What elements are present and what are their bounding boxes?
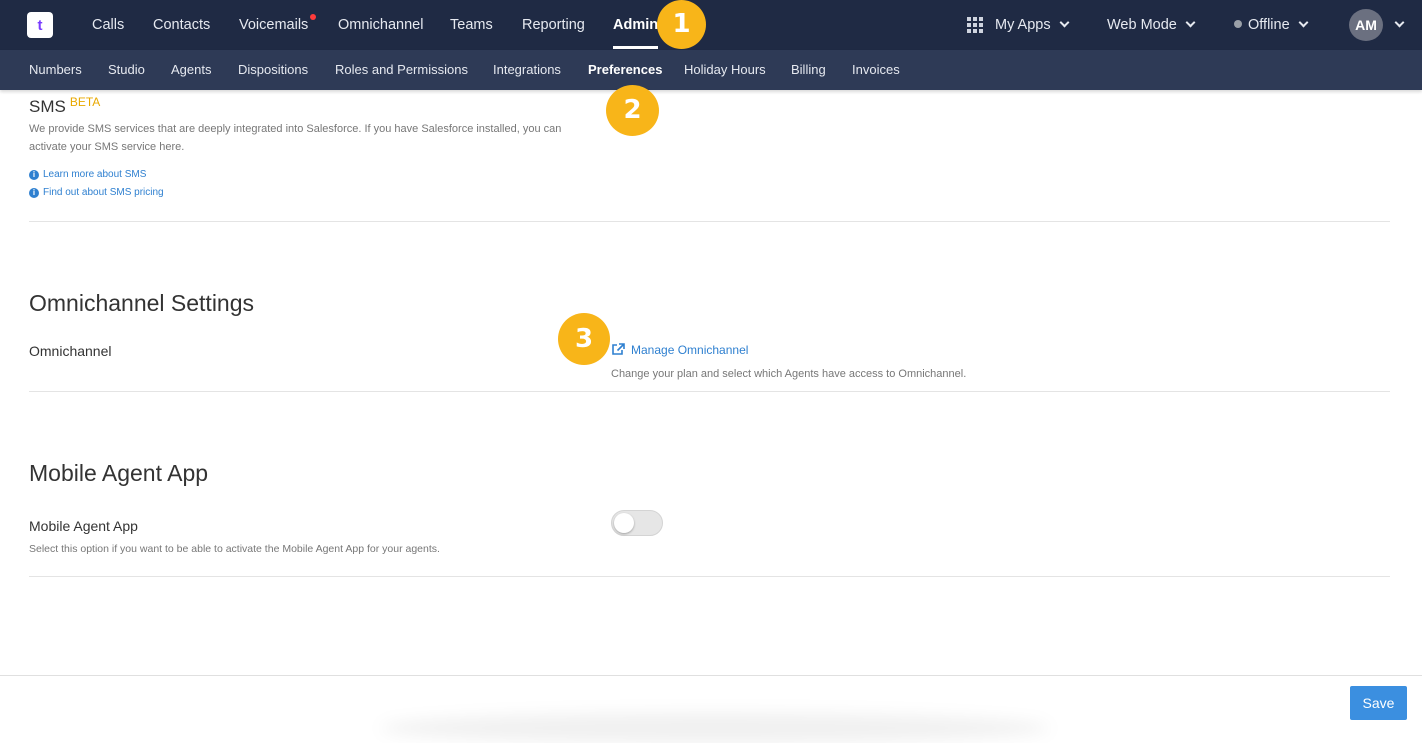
nav-calls[interactable]: Calls <box>92 0 124 50</box>
callout-badge-1: 1 <box>657 0 706 49</box>
divider <box>29 576 1390 577</box>
mobile-agent-app-description: Select this option if you want to be abl… <box>29 543 440 555</box>
web-mode-label: Web Mode <box>1107 17 1177 33</box>
avatar[interactable]: AM <box>1349 9 1383 41</box>
my-apps-label: My Apps <box>995 17 1051 33</box>
top-nav: t Calls Contacts Voicemails Omnichannel … <box>0 0 1422 50</box>
subnav-holiday-hours[interactable]: Holiday Hours <box>684 50 766 90</box>
subnav-numbers[interactable]: Numbers <box>29 50 82 90</box>
subnav-agents[interactable]: Agents <box>171 50 211 90</box>
nav-teams[interactable]: Teams <box>450 0 493 50</box>
footer-shadow <box>380 713 1050 743</box>
avatar-menu[interactable] <box>1386 0 1405 50</box>
subnav-roles-permissions[interactable]: Roles and Permissions <box>335 50 468 90</box>
sms-title-text: SMS <box>29 97 66 116</box>
divider <box>29 221 1390 222</box>
mobile-agent-app-title: Mobile Agent App <box>29 460 209 486</box>
toggle-knob <box>614 513 634 533</box>
info-icon: i <box>29 188 39 198</box>
nav-admin[interactable]: Admin <box>613 0 659 50</box>
manage-omnichannel-link[interactable]: Manage Omnichannel <box>611 343 748 357</box>
learn-sms-link[interactable]: i Learn more about SMS <box>29 169 146 180</box>
omnichannel-label: Omnichannel <box>29 343 112 359</box>
sms-pricing-label: Find out about SMS pricing <box>43 187 164 198</box>
subnav-dispositions[interactable]: Dispositions <box>238 50 308 90</box>
save-button[interactable]: Save <box>1350 686 1407 720</box>
manage-omnichannel-label: Manage Omnichannel <box>631 343 749 357</box>
chevron-down-icon <box>1059 17 1070 28</box>
chevron-down-icon <box>1394 17 1405 28</box>
app-logo[interactable]: t <box>27 12 53 38</box>
apps-grid-icon[interactable] <box>967 17 983 33</box>
status-dot-icon <box>1234 20 1242 28</box>
subnav-billing[interactable]: Billing <box>791 50 826 90</box>
admin-sub-nav: Numbers Studio Agents Dispositions Roles… <box>0 50 1422 90</box>
footer-divider <box>0 675 1422 676</box>
sms-title: SMS BETA <box>29 95 101 117</box>
divider <box>29 391 1390 392</box>
chevron-down-icon <box>1185 17 1196 28</box>
chevron-down-icon <box>1298 17 1309 28</box>
callout-badge-3: 3 <box>558 313 610 365</box>
omnichannel-settings-title: Omnichannel Settings <box>29 290 255 316</box>
web-mode-dropdown[interactable]: Web Mode <box>1107 0 1196 50</box>
nav-voicemails-label: Voicemails <box>239 17 309 33</box>
learn-sms-label: Learn more about SMS <box>43 169 147 180</box>
nav-omnichannel[interactable]: Omnichannel <box>338 0 423 50</box>
status-label: Offline <box>1248 17 1290 33</box>
mobile-agent-app-label: Mobile Agent App <box>29 518 138 534</box>
callout-badge-2: 2 <box>606 85 659 136</box>
info-icon: i <box>29 170 39 180</box>
subnav-invoices[interactable]: Invoices <box>852 50 900 90</box>
status-dropdown[interactable]: Offline <box>1234 0 1309 50</box>
subnav-preferences[interactable]: Preferences <box>588 50 662 90</box>
beta-badge: BETA <box>69 95 101 109</box>
external-link-icon <box>612 343 625 355</box>
notification-dot <box>310 14 317 20</box>
nav-reporting[interactable]: Reporting <box>522 0 585 50</box>
subnav-integrations[interactable]: Integrations <box>493 50 561 90</box>
my-apps-dropdown[interactable]: My Apps <box>995 0 1070 50</box>
sms-pricing-link[interactable]: i Find out about SMS pricing <box>29 187 164 198</box>
nav-contacts[interactable]: Contacts <box>153 0 210 50</box>
mobile-agent-app-toggle[interactable] <box>611 510 663 536</box>
nav-voicemails[interactable]: Voicemails <box>239 0 317 50</box>
subnav-studio[interactable]: Studio <box>108 50 145 90</box>
omnichannel-description: Change your plan and select which Agents… <box>611 368 967 380</box>
sms-description: We provide SMS services that are deeply … <box>29 123 562 153</box>
